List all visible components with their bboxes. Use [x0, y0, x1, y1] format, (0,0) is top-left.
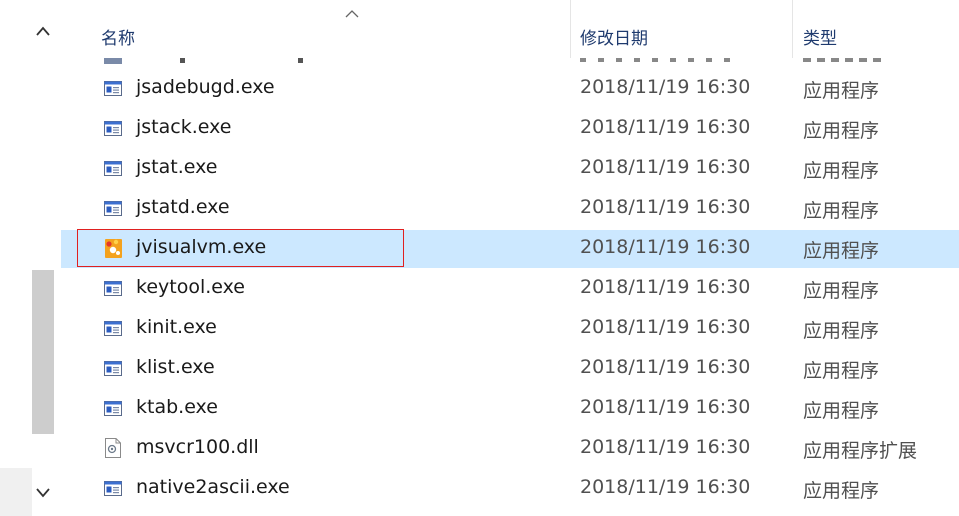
- file-date-modified: 2018/11/19 16:30: [580, 396, 751, 418]
- jvisualvm-icon: [104, 237, 122, 259]
- file-row[interactable]: msvcr100.dll 2018/11/19 16:30 应用程序扩展: [61, 430, 959, 468]
- file-row[interactable]: klist.exe 2018/11/19 16:30 应用程序: [61, 350, 959, 388]
- file-type: 应用程序: [803, 200, 880, 222]
- app-window-icon: [104, 80, 122, 97]
- file-type: 应用程序: [803, 160, 880, 182]
- file-type: 应用程序: [803, 480, 880, 502]
- file-name: keytool.exe: [136, 276, 245, 298]
- file-explorer: 名称 修改日期 类型 jsadebugd.exe 2018/11/19 16:30…: [0, 0, 959, 516]
- file-type: 应用程序: [803, 320, 880, 342]
- column-divider[interactable]: [570, 0, 571, 58]
- column-divider[interactable]: [792, 0, 793, 58]
- file-type: 应用程序扩展: [803, 440, 918, 462]
- file-name: native2ascii.exe: [136, 476, 290, 498]
- file-type: 应用程序: [803, 240, 880, 262]
- file-date-modified: 2018/11/19 16:30: [580, 476, 751, 498]
- app-window-icon: [104, 360, 122, 377]
- file-date-modified: 2018/11/19 16:30: [580, 156, 751, 178]
- scroll-up-arrow-icon[interactable]: [33, 22, 53, 42]
- header-name[interactable]: 名称: [101, 24, 135, 49]
- app-window-icon: [104, 480, 122, 497]
- file-date-modified: 2018/11/19 16:30: [580, 116, 751, 138]
- header-type[interactable]: 类型: [803, 24, 837, 49]
- file-name: ktab.exe: [136, 396, 218, 418]
- vertical-scrollbar[interactable]: [0, 0, 61, 516]
- file-name: msvcr100.dll: [136, 436, 259, 458]
- scrollbar-thumb[interactable]: [32, 270, 54, 434]
- app-window-icon: [104, 280, 122, 297]
- file-row[interactable]: ktab.exe 2018/11/19 16:30 应用程序: [61, 390, 959, 428]
- file-date-modified: 2018/11/19 16:30: [580, 196, 751, 218]
- file-date-modified: 2018/11/19 16:30: [580, 276, 751, 298]
- file-name: jstat.exe: [136, 156, 218, 178]
- file-row[interactable]: kinit.exe 2018/11/19 16:30 应用程序: [61, 310, 959, 348]
- file-date-modified: 2018/11/19 16:30: [580, 76, 751, 98]
- scrollbar-corner: [0, 468, 32, 516]
- file-row[interactable]: native2ascii.exe 2018/11/19 16:30 应用程序: [61, 470, 959, 508]
- partial-row: [61, 58, 959, 68]
- file-name: jstatd.exe: [136, 196, 230, 218]
- file-row[interactable]: keytool.exe 2018/11/19 16:30 应用程序: [61, 270, 959, 308]
- sort-ascending-icon: [344, 4, 360, 23]
- app-window-icon: [104, 400, 122, 417]
- file-name: jsadebugd.exe: [136, 76, 275, 98]
- file-row[interactable]: jstat.exe 2018/11/19 16:30 应用程序: [61, 150, 959, 188]
- dll-file-icon: [104, 437, 122, 459]
- file-type: 应用程序: [803, 120, 880, 142]
- file-type: 应用程序: [803, 280, 880, 302]
- file-row[interactable]: jstack.exe 2018/11/19 16:30 应用程序: [61, 110, 959, 148]
- app-window-icon: [104, 320, 122, 337]
- file-name: jvisualvm.exe: [136, 236, 267, 258]
- app-window-icon: [104, 200, 122, 217]
- file-date-modified: 2018/11/19 16:30: [580, 436, 751, 458]
- file-date-modified: 2018/11/19 16:30: [580, 356, 751, 378]
- file-type: 应用程序: [803, 80, 880, 102]
- file-type: 应用程序: [803, 400, 880, 422]
- file-date-modified: 2018/11/19 16:30: [580, 236, 751, 258]
- file-row[interactable]: jstatd.exe 2018/11/19 16:30 应用程序: [61, 190, 959, 228]
- app-window-icon: [104, 160, 122, 177]
- column-header: 名称 修改日期 类型: [61, 0, 959, 58]
- file-name: klist.exe: [136, 356, 215, 378]
- file-name: kinit.exe: [136, 316, 217, 338]
- header-date-modified[interactable]: 修改日期: [580, 24, 648, 49]
- app-window-icon: [104, 120, 122, 137]
- file-type: 应用程序: [803, 360, 880, 382]
- file-date-modified: 2018/11/19 16:30: [580, 316, 751, 338]
- file-name: jstack.exe: [136, 116, 232, 138]
- scroll-down-arrow-icon[interactable]: [33, 482, 53, 502]
- file-row[interactable]: jsadebugd.exe 2018/11/19 16:30 应用程序: [61, 70, 959, 108]
- file-row[interactable]: jvisualvm.exe 2018/11/19 16:30 应用程序: [61, 229, 959, 268]
